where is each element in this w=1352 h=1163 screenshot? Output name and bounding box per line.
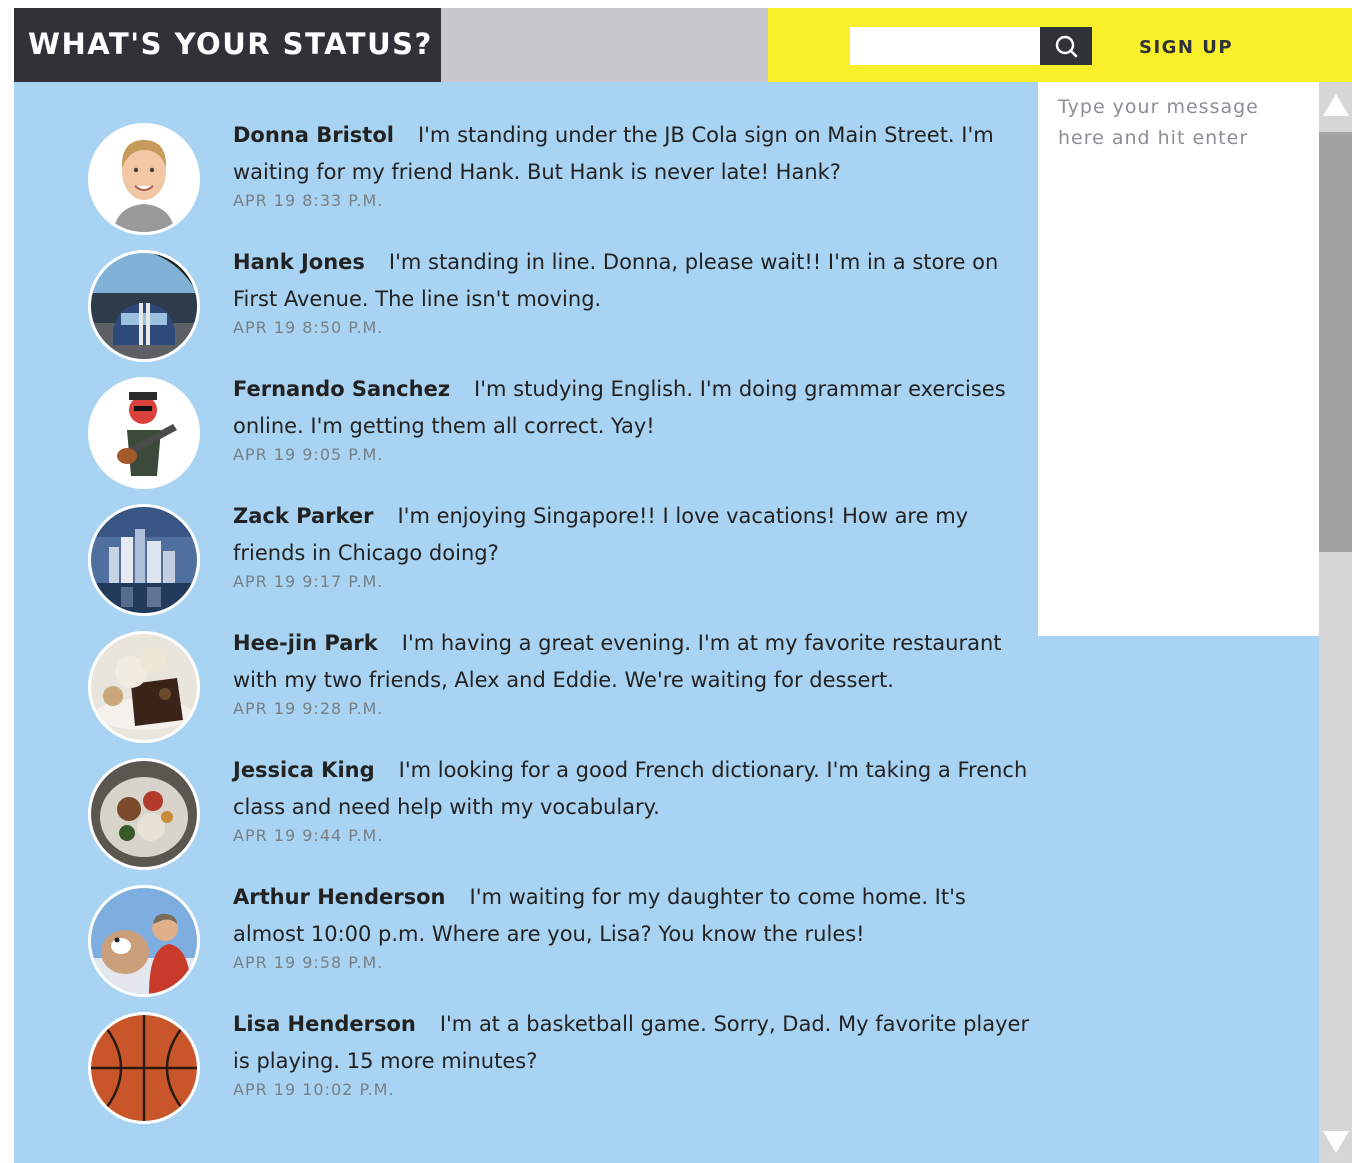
- message-panel: [1038, 82, 1319, 636]
- message-input[interactable]: [1038, 82, 1319, 636]
- timestamp: APR 19 10:02 P.M.: [233, 1080, 395, 1099]
- post-body: Donna Bristol I'm standing under the JB C…: [233, 117, 1033, 211]
- status-post: Jessica King I'm looking for a good Frenc…: [14, 717, 1044, 870]
- timestamp: APR 19 8:50 P.M.: [233, 318, 384, 337]
- author-name[interactable]: Fernando Sanchez: [233, 377, 450, 401]
- status-post: Fernando Sanchez I'm studying English. I'…: [14, 336, 1044, 489]
- timestamp: APR 19 9:05 P.M.: [233, 445, 384, 464]
- timestamp: APR 19 9:17 P.M.: [233, 572, 384, 591]
- search-input[interactable]: [850, 27, 1040, 65]
- status-app: WHAT'S YOUR STATUS? SIGN UP Donna Bristo…: [14, 8, 1352, 1163]
- timestamp: APR 19 9:58 P.M.: [233, 953, 384, 972]
- arrow-down-icon: [1323, 1131, 1349, 1153]
- author-name[interactable]: Jessica King: [233, 758, 375, 782]
- post-body: Arthur Henderson I'm waiting for my daugh…: [233, 879, 1033, 973]
- status-feed: Donna Bristol I'm standing under the JB C…: [14, 82, 1044, 1163]
- sign-up-button[interactable]: SIGN UP: [1139, 37, 1233, 58]
- scroll-down-button[interactable]: [1319, 1123, 1352, 1163]
- post-body: Jessica King I'm looking for a good Frenc…: [233, 752, 1033, 846]
- status-post: Arthur Henderson I'm waiting for my daugh…: [14, 844, 1044, 997]
- post-body: Fernando Sanchez I'm studying English. I'…: [233, 371, 1033, 465]
- status-post: Donna Bristol I'm standing under the JB C…: [14, 82, 1044, 235]
- timestamp: APR 19 9:44 P.M.: [233, 826, 384, 845]
- header: WHAT'S YOUR STATUS? SIGN UP: [14, 8, 1352, 82]
- title-block: WHAT'S YOUR STATUS?: [14, 8, 441, 82]
- author-name[interactable]: Lisa Henderson: [233, 1012, 416, 1036]
- post-body: Zack Parker I'm enjoying Singapore!! I lo…: [233, 498, 1033, 592]
- status-post: Hee-jin Park I'm having a great evening. …: [14, 590, 1044, 743]
- status-post: Lisa Henderson I'm at a basketball game. …: [14, 971, 1044, 1124]
- arrow-up-icon: [1323, 94, 1349, 116]
- status-post: Zack Parker I'm enjoying Singapore!! I lo…: [14, 463, 1044, 616]
- scroll-thumb[interactable]: [1319, 132, 1352, 552]
- header-spacer: [441, 8, 768, 82]
- timestamp: APR 19 8:33 P.M.: [233, 191, 384, 210]
- scrollbar[interactable]: [1319, 82, 1352, 1163]
- header-actions: SIGN UP: [768, 8, 1352, 82]
- scroll-up-button[interactable]: [1319, 82, 1352, 132]
- author-name[interactable]: Donna Bristol: [233, 123, 394, 147]
- post-body: Hank Jones I'm standing in line. Donna, p…: [233, 244, 1033, 338]
- avatar[interactable]: [88, 1012, 200, 1124]
- post-body: Hee-jin Park I'm having a great evening. …: [233, 625, 1033, 719]
- search-icon: [1055, 35, 1078, 58]
- author-name[interactable]: Hee-jin Park: [233, 631, 378, 655]
- timestamp: APR 19 9:28 P.M.: [233, 699, 384, 718]
- author-name[interactable]: Arthur Henderson: [233, 885, 446, 909]
- page-title: WHAT'S YOUR STATUS?: [28, 27, 433, 61]
- author-name[interactable]: Zack Parker: [233, 504, 373, 528]
- post-body: Lisa Henderson I'm at a basketball game. …: [233, 1006, 1033, 1100]
- author-name[interactable]: Hank Jones: [233, 250, 365, 274]
- search-button[interactable]: [1040, 27, 1092, 65]
- status-post: Hank Jones I'm standing in line. Donna, p…: [14, 209, 1044, 362]
- basketball-icon: [91, 1015, 197, 1121]
